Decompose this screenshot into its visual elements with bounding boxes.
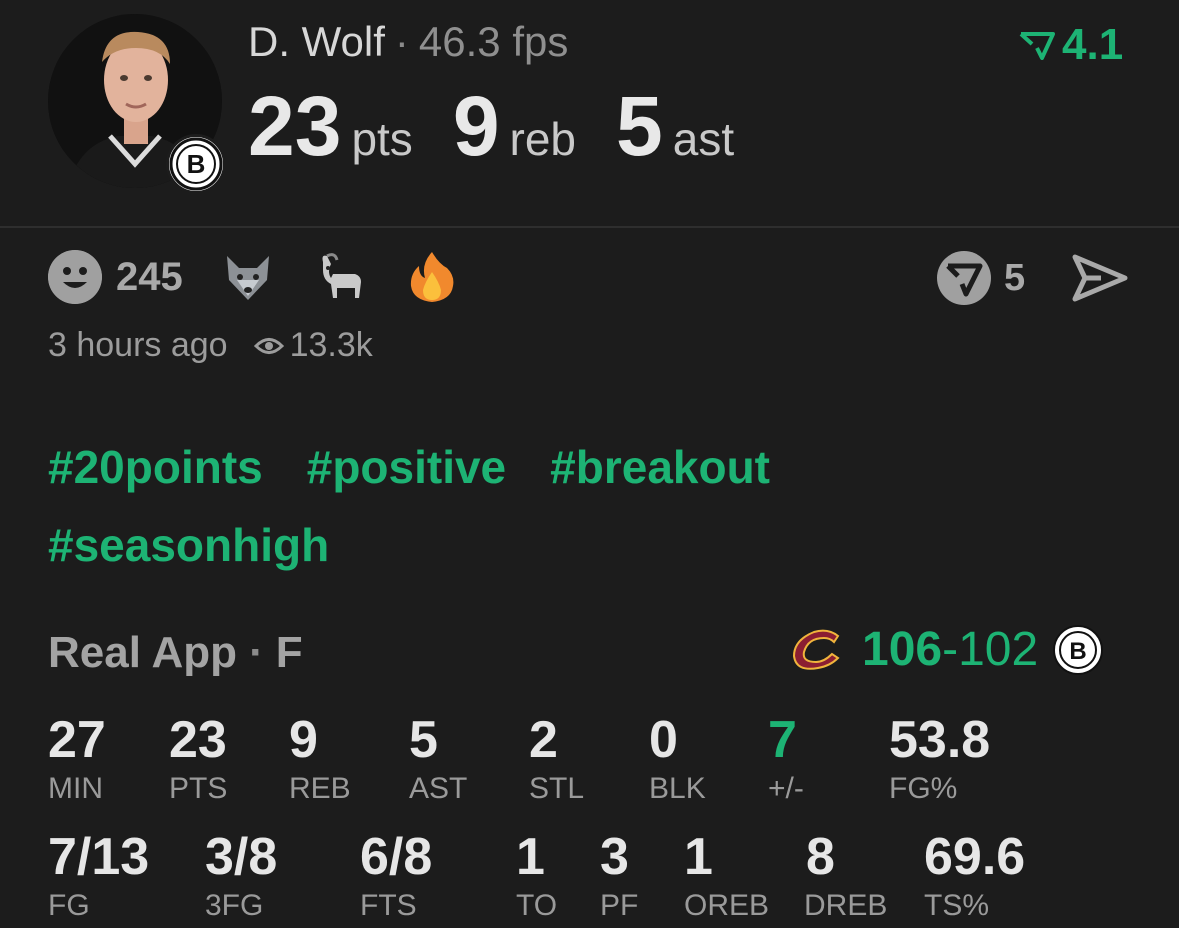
cavaliers-logo: [792, 629, 840, 670]
post-meta: 3 hours ago 13.3k: [48, 326, 373, 365]
stat-label: BLK: [649, 772, 706, 805]
stat-oreb: 1 OREB: [684, 829, 769, 923]
stat-3fg: 3/8 3FG: [205, 829, 277, 923]
stat-value: 7: [768, 711, 797, 769]
hashtag[interactable]: #20points: [48, 428, 263, 506]
stat-label: MIN: [48, 772, 103, 805]
stat-label: AST: [409, 772, 468, 805]
separator-dot: ·: [249, 628, 264, 677]
stat-ts-pct: 69.6 TS%: [924, 829, 1025, 923]
stat-label: FG: [48, 889, 90, 922]
rebounds-unit: reb: [509, 113, 577, 165]
stat-label: PTS: [169, 772, 228, 805]
stat-label: TS%: [924, 889, 990, 922]
hashtags: #20points #positive #breakout #seasonhigh: [48, 428, 908, 584]
reaction-count: 245: [116, 254, 183, 299]
fire-icon[interactable]: [405, 250, 459, 304]
stat-value: 69.6: [924, 828, 1026, 886]
rebounds-value: 9: [452, 79, 500, 173]
post-actions: 5: [936, 250, 1129, 306]
nets-logo: B: [1053, 624, 1104, 675]
game-score[interactable]: 106-102 B: [788, 622, 1104, 677]
reactions-row: 245: [48, 250, 497, 304]
fps-value: 46.3 fps: [418, 18, 569, 65]
player-name[interactable]: D. Wolf: [248, 18, 385, 65]
stat-fts: 6/8 FTS: [360, 829, 432, 923]
post-time: 3 hours ago: [48, 326, 228, 364]
stat-value: 3: [600, 828, 629, 886]
stat-value: 9: [289, 711, 318, 769]
stat-label: OREB: [684, 889, 770, 922]
team-logo-nets: B: [166, 134, 226, 194]
assists-value: 5: [616, 79, 663, 173]
separator-dot: ·: [394, 18, 409, 65]
stat-label: FG%: [889, 772, 958, 805]
stat-to: 1 TO: [516, 829, 557, 923]
header-divider: [0, 226, 1179, 228]
stat-value: 3/8: [205, 828, 278, 886]
away-score: 102: [958, 623, 1039, 676]
hashtag[interactable]: #breakout: [550, 428, 770, 506]
goat-icon[interactable]: [313, 250, 367, 304]
eye-icon: [253, 337, 284, 354]
rating-v-icon: [1019, 32, 1055, 60]
source-name[interactable]: Real App: [48, 628, 237, 677]
stat-value: 5: [409, 711, 438, 769]
vote-logo-icon[interactable]: [936, 250, 992, 306]
stat-fg-pct: 53.8 FG%: [889, 712, 990, 806]
score-dash: -: [942, 623, 959, 676]
smile-reaction-icon[interactable]: [48, 250, 102, 304]
stat-plus-minus: 7 +/-: [768, 712, 804, 806]
stat-label: REB: [289, 772, 351, 805]
stat-ast: 5 AST: [409, 712, 467, 806]
send-icon[interactable]: [1071, 253, 1129, 303]
stat-blk: 0 BLK: [649, 712, 706, 806]
stat-label: STL: [529, 772, 585, 805]
stat-value: 1: [684, 828, 713, 886]
stat-label: +/-: [768, 772, 804, 805]
stat-label: DREB: [804, 889, 888, 922]
stat-label: FTS: [360, 889, 417, 922]
home-score: 106: [862, 623, 943, 676]
stat-reb: 9 REB: [289, 712, 351, 806]
hashtag[interactable]: #seasonhigh: [48, 506, 329, 584]
stat-value: 53.8: [889, 711, 991, 769]
stat-stl: 2 STL: [529, 712, 584, 806]
stat-dreb: 8 DREB: [804, 829, 887, 923]
stat-value: 23: [169, 711, 227, 769]
stat-value: 8: [806, 828, 835, 886]
rating-value: 4.1: [1062, 20, 1124, 69]
rating-badge[interactable]: 4.1: [1018, 20, 1123, 70]
stat-min: 27 MIN: [48, 712, 106, 806]
stat-fg: 7/13 FG: [48, 829, 149, 923]
game-status: F: [275, 628, 303, 677]
stat-value: 1: [516, 828, 545, 886]
points-unit: pts: [351, 113, 413, 165]
wolf-icon[interactable]: [221, 250, 275, 304]
stat-value: 0: [649, 711, 678, 769]
stat-label: PF: [600, 889, 639, 922]
stat-label: TO: [516, 889, 558, 922]
hashtag[interactable]: #positive: [307, 428, 506, 506]
svg-text:B: B: [1070, 638, 1087, 665]
stat-value: 27: [48, 711, 106, 769]
assists-unit: ast: [672, 113, 735, 165]
stat-value: 7/13: [48, 828, 150, 886]
points-value: 23: [248, 79, 342, 173]
stat-pts: 23 PTS: [169, 712, 227, 806]
view-count: 13.3k: [289, 326, 373, 364]
stat-label: 3FG: [205, 889, 264, 922]
stat-value: 6/8: [360, 828, 433, 886]
stat-value: 2: [529, 711, 558, 769]
svg-text:B: B: [187, 149, 206, 179]
stat-pf: 3 PF: [600, 829, 638, 923]
game-source: Real App · F: [48, 628, 303, 678]
statline: 23 pts 9 reb 5 ast: [248, 78, 774, 175]
vote-count: 5: [1004, 256, 1026, 299]
player-name-line: D. Wolf · 46.3 fps: [248, 18, 568, 66]
